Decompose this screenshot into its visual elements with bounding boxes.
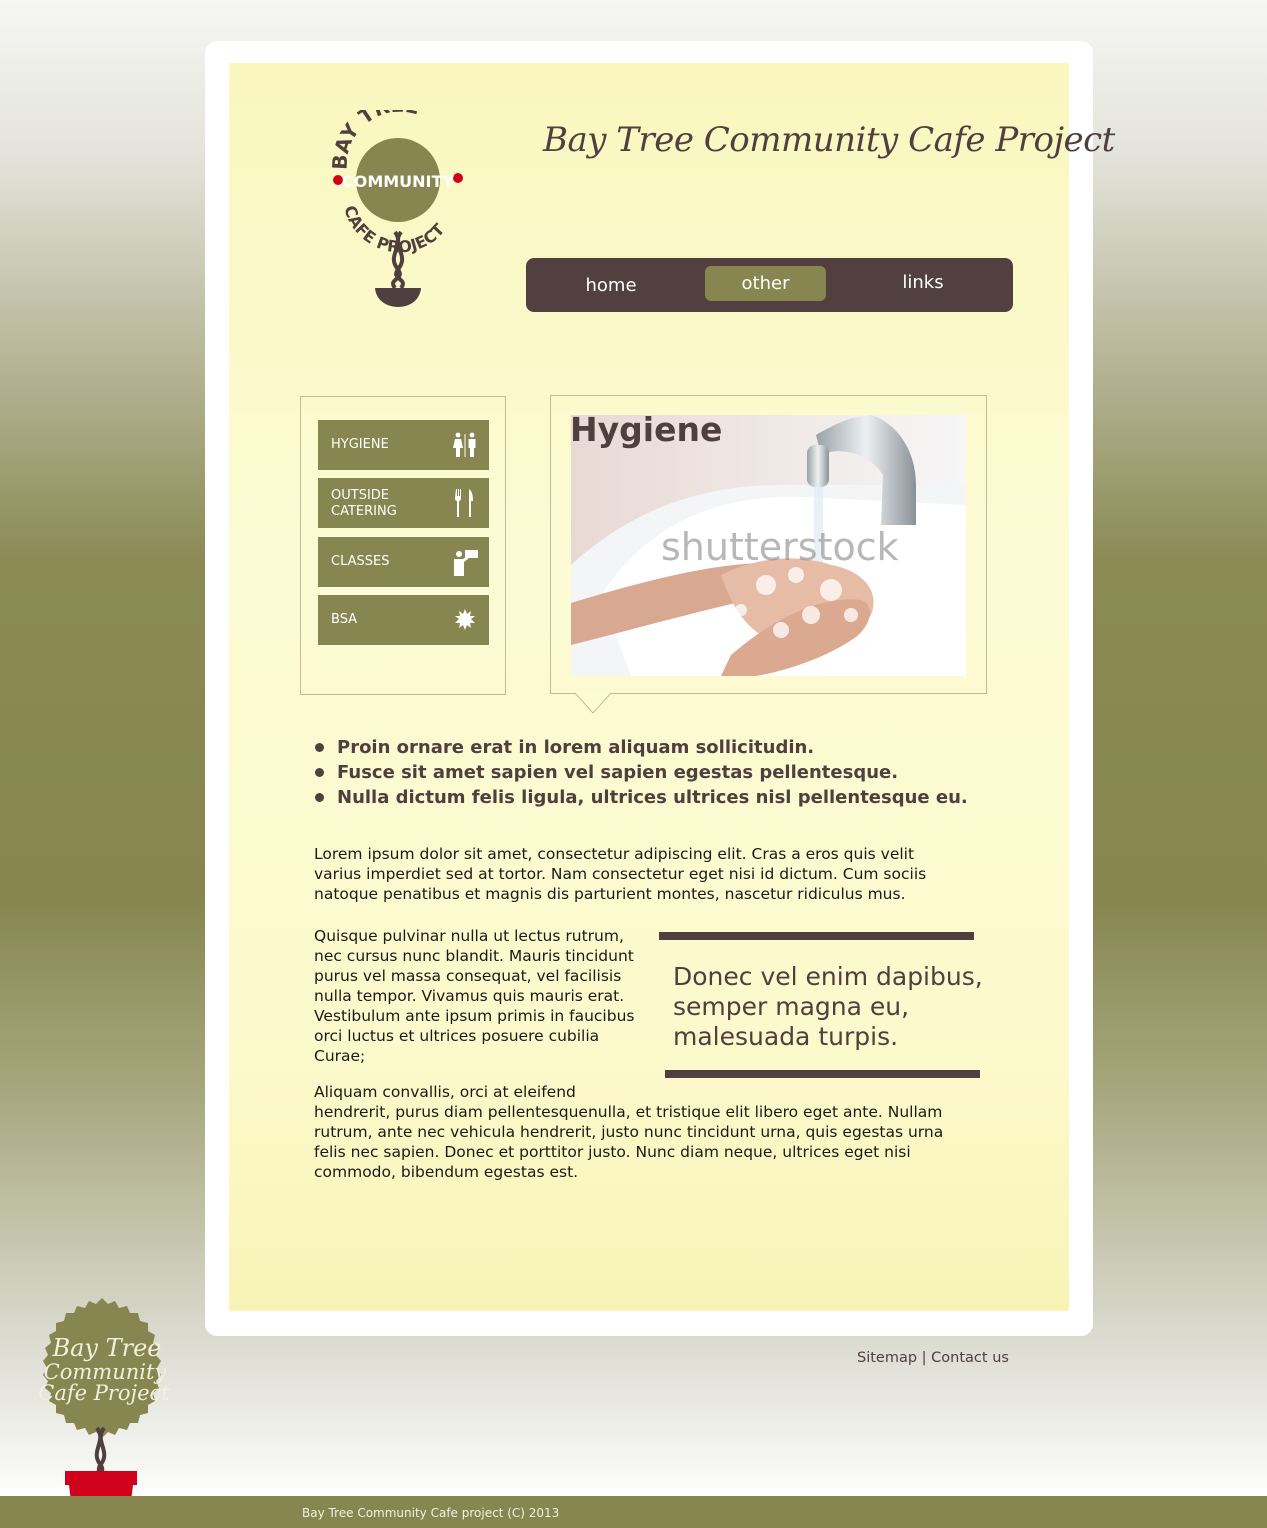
side-nav-label-line1: OUTSIDE (331, 488, 389, 503)
starburst-icon (455, 609, 475, 630)
main-nav: home other links (526, 258, 1013, 312)
side-nav-label-line2: CATERING (331, 504, 397, 519)
list-item: Fusce sit amet sapien vel sapien egestas… (314, 762, 968, 787)
paragraph-3-body: hendrerit, purus diam pellentesquenulla,… (314, 1103, 944, 1181)
nav-links[interactable]: links (878, 265, 968, 300)
paragraph-3-line1: Aliquam convallis, orci at eleifend (314, 1083, 576, 1101)
nav-other[interactable]: other (705, 266, 826, 301)
photo-watermark: shutterstock (661, 525, 899, 569)
footer-separator: | (917, 1350, 932, 1366)
side-nav: HYGIENE OUTSIDE CATERING CLASSES BSA (300, 396, 506, 695)
badge-line1: Bay Tree (51, 1334, 161, 1362)
feature-pointer (575, 693, 611, 714)
list-item: Nulla dictum felis ligula, ultrices ultr… (314, 787, 968, 812)
side-nav-bsa[interactable]: BSA (318, 595, 489, 645)
quote-rule-top (659, 932, 974, 940)
footer-bar: Bay Tree Community Cafe project (C) 2013 (0, 1496, 1267, 1528)
cutlery-icon (455, 489, 473, 517)
feature-title: Hygiene (570, 410, 723, 449)
side-nav-label: HYGIENE (331, 437, 389, 452)
sitemap-link[interactable]: Sitemap (857, 1350, 917, 1366)
side-nav-classes[interactable]: CLASSES (318, 537, 489, 587)
paragraph-1: Lorem ipsum dolor sit amet, consectetur … (314, 845, 927, 903)
list-item: Proin ornare erat in lorem aliquam solli… (314, 737, 968, 762)
copyright: Bay Tree Community Cafe project (C) 2013 (302, 1506, 560, 1520)
quote-rule-bottom (665, 1070, 980, 1078)
bullet-list: Proin ornare erat in lorem aliquam solli… (314, 737, 968, 812)
logo-text-middle: COMMUNITY (342, 172, 454, 191)
side-nav-label: BSA (331, 612, 358, 627)
contact-link[interactable]: Contact us (931, 1350, 1009, 1366)
nav-home[interactable]: home (566, 268, 656, 303)
tree-badge: Bay Tree Community Cafe Project (38, 1298, 170, 1518)
pull-quote: Donec vel enim dapibus, semper magna eu,… (673, 962, 983, 1051)
restroom-icon (453, 432, 476, 457)
footer-links: Sitemap | Contact us (857, 1350, 1009, 1366)
paragraph-2: Quisque pulvinar nulla ut lectus rutrum,… (314, 927, 635, 1065)
teacher-icon (454, 550, 478, 576)
site-title: Bay Tree Community Cafe Project (543, 120, 1115, 160)
badge-line3: Cafe Project (38, 1381, 170, 1405)
side-nav-hygiene[interactable]: HYGIENE (318, 420, 489, 470)
paragraph-3: Aliquam convallis, orci at eleifend hend… (314, 1082, 974, 1182)
side-nav-outside-catering[interactable]: OUTSIDE CATERING (318, 478, 489, 528)
side-nav-label: CLASSES (331, 554, 390, 569)
hygiene-photo[interactable]: shutterstock (571, 415, 966, 676)
bay-tree-logo[interactable]: BAY TREE COMMUNITY CAFE PROJECT (325, 110, 470, 315)
